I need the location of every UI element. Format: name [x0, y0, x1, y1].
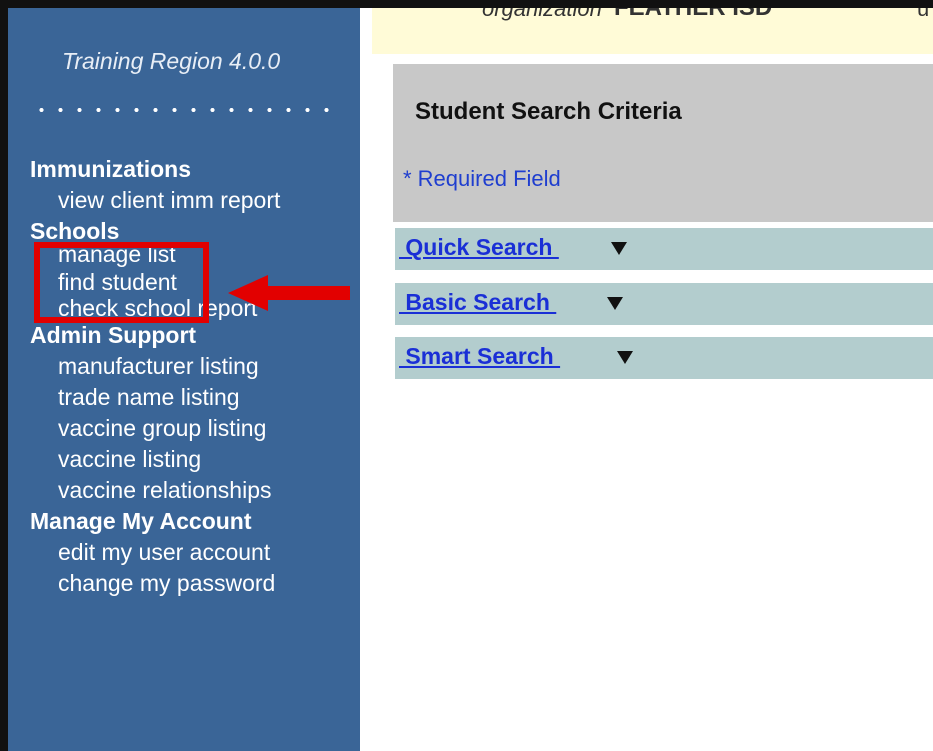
quick-search-link[interactable]: Quick Search — [399, 234, 559, 261]
organization-banner: organization FEATHER ISD u — [372, 8, 933, 54]
quick-search-row: Quick Search — [395, 228, 933, 270]
menu-item-vaccine-listing[interactable]: vaccine listing — [30, 444, 360, 475]
organization-value: FEATHER ISD — [614, 8, 772, 22]
basic-search-expand-icon[interactable] — [607, 297, 623, 310]
student-search-criteria-panel: Student Search Criteria * Required Field — [393, 64, 933, 222]
smart-search-expand-icon[interactable] — [617, 351, 633, 364]
quick-search-expand-icon[interactable] — [611, 242, 627, 255]
sidebar: Training Region 4.0.0 Immunizations view… — [8, 8, 360, 751]
menu-item-vaccine-group-listing[interactable]: vaccine group listing — [30, 413, 360, 444]
region-title: Training Region 4.0.0 — [62, 48, 281, 74]
required-field-note: * Required Field — [403, 166, 561, 191]
pointer-arrow-icon — [228, 275, 350, 311]
menu-item-trade-name-listing[interactable]: trade name listing — [30, 382, 360, 413]
section-manage-my-account: Manage My Account — [30, 508, 252, 534]
sidebar-menu: Immunizations view client imm report Sch… — [30, 154, 360, 599]
menu-item-edit-my-user-account[interactable]: edit my user account — [30, 537, 360, 568]
highlight-box — [34, 242, 209, 323]
basic-search-link[interactable]: Basic Search — [399, 289, 556, 316]
menu-item-vaccine-relationships[interactable]: vaccine relationships — [30, 475, 360, 506]
criteria-title: Student Search Criteria — [415, 98, 682, 125]
menu-item-view-client-imm-report[interactable]: view client imm report — [30, 185, 360, 216]
smart-search-link[interactable]: Smart Search — [399, 343, 560, 370]
banner-tail-text: u — [917, 8, 930, 21]
smart-search-row: Smart Search — [395, 337, 933, 379]
organization-label: organization — [482, 8, 602, 21]
menu-item-change-my-password[interactable]: change my password — [30, 568, 360, 599]
section-admin-support: Admin Support — [30, 322, 197, 348]
dotted-divider — [32, 106, 332, 114]
menu-item-manufacturer-listing[interactable]: manufacturer listing — [30, 351, 360, 382]
basic-search-row: Basic Search — [395, 283, 933, 325]
section-immunizations: Immunizations — [30, 156, 192, 182]
